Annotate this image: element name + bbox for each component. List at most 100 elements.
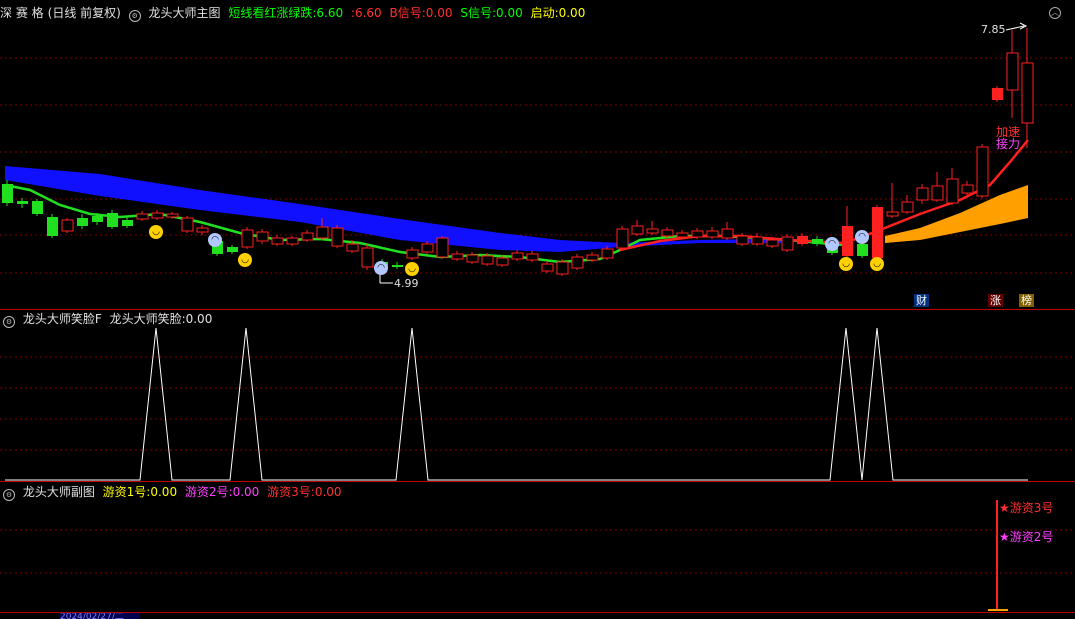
bottom-axis-line — [0, 612, 1075, 613]
candle-body — [1006, 52, 1019, 91]
candle-body — [556, 261, 569, 275]
candle-body — [136, 213, 149, 220]
candle-body — [901, 201, 914, 213]
candle-body — [691, 230, 704, 238]
candle-body — [316, 226, 329, 239]
candle-body — [946, 178, 959, 204]
candle-body — [751, 236, 764, 245]
sub-readout-2-value: 0.00 — [314, 485, 342, 499]
pane-divider-2[interactable] — [0, 481, 1075, 482]
candle-body — [181, 217, 194, 232]
candle-body — [241, 229, 254, 248]
candle-body — [32, 201, 43, 214]
smile-readout-label: 龙头大师笑脸: — [109, 312, 186, 326]
high-price-label: 7.85 — [981, 23, 1006, 36]
sub-readout-0-label: 游资1号: — [102, 485, 151, 499]
smile-grid — [0, 356, 1075, 451]
candle-body — [661, 229, 674, 237]
candle-body — [61, 219, 74, 232]
candle-body — [526, 253, 539, 261]
sub-header: ⚙ 龙头大师副图 游资1号:0.00 游资2号:0.00 游资3号:0.00 — [0, 484, 346, 501]
candle-body — [721, 228, 734, 239]
candle-body — [601, 248, 614, 259]
candle-body — [17, 201, 28, 204]
candle-body — [766, 239, 779, 247]
candle-body — [886, 211, 899, 217]
sub-settings-icon[interactable]: ⚙ — [3, 489, 15, 501]
candle-body — [47, 217, 58, 236]
candle-body — [916, 187, 929, 201]
smiley-icon: ◡ — [238, 253, 252, 267]
candle-body — [406, 249, 419, 259]
candle-body — [451, 253, 464, 260]
sub-indicator-name[interactable]: 龙头大师副图 — [23, 485, 95, 499]
candle-body — [2, 184, 13, 203]
low-price-label: 4.99 — [394, 277, 419, 290]
candle-body — [872, 207, 883, 258]
frown-icon: ◠ — [208, 233, 222, 247]
candle-body — [392, 265, 403, 267]
candle-body — [436, 237, 449, 258]
candle-body — [857, 244, 868, 256]
candle-body — [256, 231, 269, 242]
smile-signal-line — [5, 327, 1028, 481]
candle-body — [421, 243, 434, 253]
candle-body — [227, 247, 238, 252]
smile-readout-value: 0.00 — [185, 312, 213, 326]
candle-body — [92, 216, 103, 222]
star-icon: ★ — [999, 530, 1010, 544]
candle-body — [631, 225, 644, 235]
candle-body — [812, 239, 823, 244]
candle-body — [496, 257, 509, 266]
smiley-icon: ◡ — [839, 257, 853, 271]
candle-body — [797, 236, 808, 244]
tag-rise[interactable]: 涨 — [988, 294, 1003, 307]
smiley-icon: ◡ — [405, 262, 419, 276]
candle-body — [616, 228, 629, 249]
candle-body — [736, 235, 749, 245]
candle-body — [361, 247, 374, 268]
youzi3-legend-label: 游资3号 — [1009, 501, 1054, 515]
candle-body — [646, 228, 659, 234]
candle-body — [781, 236, 794, 251]
candle-body — [166, 213, 179, 218]
candle-body — [77, 218, 88, 226]
smiley-icon: ◡ — [149, 225, 163, 239]
candle-body — [481, 255, 494, 265]
sub-readout-0-value: 0.00 — [150, 485, 178, 499]
candle-body — [976, 146, 989, 197]
tag-rank[interactable]: 榜 — [1019, 294, 1034, 307]
candle-body — [1021, 62, 1034, 124]
candle-body — [842, 226, 853, 256]
smile-indicator-name[interactable]: 龙头大师笑脸F — [23, 312, 102, 326]
sub-readout-1-value: 0.00 — [232, 485, 260, 499]
candle-body — [271, 237, 284, 245]
candle-body — [511, 252, 524, 260]
star-icon: ★ — [999, 501, 1010, 515]
sub-grid — [0, 529, 1075, 574]
candle-body — [586, 254, 599, 261]
frown-icon: ◠ — [855, 230, 869, 244]
smile-settings-icon[interactable]: ⚙ — [3, 316, 15, 328]
candle-body — [961, 184, 974, 194]
candle-body — [301, 232, 314, 241]
candle-body — [122, 220, 133, 226]
candle-body — [286, 237, 299, 245]
youzi3-legend: ★游资3号 — [999, 499, 1053, 516]
smile-header: ⚙ 龙头大师笑脸F 龙头大师笑脸:0.00 — [0, 311, 216, 328]
candle-body — [466, 254, 479, 263]
pane-divider-1[interactable] — [0, 309, 1075, 310]
candle-body — [931, 185, 944, 201]
candle-body — [706, 230, 719, 238]
candle-body — [151, 212, 164, 219]
youzi2-legend: ★游资2号 — [999, 528, 1053, 545]
candle-body — [992, 88, 1003, 100]
candle-body — [196, 227, 209, 233]
frown-icon: ◠ — [374, 261, 388, 275]
smiley-icon: ◡ — [870, 257, 884, 271]
tag-finance[interactable]: 财 — [914, 294, 929, 307]
candle-body — [541, 263, 554, 272]
relay-label: 接力 — [996, 137, 1021, 151]
youzi2-legend-label: 游资2号 — [1009, 530, 1054, 544]
date-cursor-label: 2024/02/27/二 — [60, 613, 140, 619]
